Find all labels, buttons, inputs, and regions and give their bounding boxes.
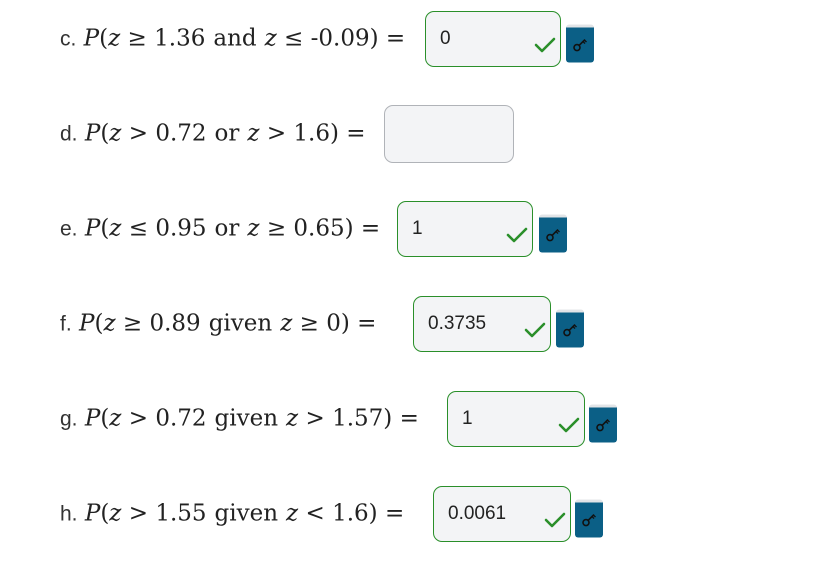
show-answer-key-button-c[interactable] [566,24,594,63]
show-answer-key-button-e[interactable] [539,214,567,253]
answer-input-e[interactable]: 1 [397,201,533,257]
checkmark-icon [506,227,528,243]
show-answer-key-button-h[interactable] [575,499,603,538]
question-row-h: h. P(z > 1.55 given z < 1.6) = 0.0061 [0,484,825,544]
key-icon [582,513,596,526]
question-letter: c. [60,27,77,51]
question-f-text: f. P(z ≥ 0.89 given z ≥ 0) = [60,310,377,337]
show-answer-key-button-g[interactable] [589,404,617,443]
checkmark-icon [534,37,556,53]
checkmark-icon [558,417,580,433]
answer-input-g[interactable]: 1 [447,391,585,447]
answer-input-h[interactable]: 0.0061 [433,486,571,542]
answer-input-d[interactable] [384,105,514,163]
answer-value-h: 0.0061 [448,503,507,524]
question-d-text: d. P(z > 0.72 or z > 1.6) = [60,120,366,147]
question-row-e: e. P(z ≤ 0.95 or z ≥ 0.65) = 1 [0,199,825,259]
checkmark-icon [524,322,546,338]
question-letter: e. [60,217,78,241]
question-letter: g. [60,407,78,431]
question-letter: h. [60,502,78,526]
question-letter: d. [60,122,78,146]
question-e-text: e. P(z ≤ 0.95 or z ≥ 0.65) = [60,215,381,242]
answer-value-g: 1 [462,408,473,429]
key-icon [563,323,577,336]
answer-input-c[interactable]: 0 [425,11,561,67]
answer-input-f[interactable]: 0.3735 [413,296,551,352]
question-g-text: g. P(z > 0.72 given z > 1.57) = [60,405,419,432]
question-row-d: d. P(z > 0.72 or z > 1.6) = [0,104,825,164]
key-icon [546,228,560,241]
answer-value-f: 0.3735 [428,313,487,334]
answer-value-c: 0 [440,28,451,49]
answer-value-e: 1 [412,218,423,239]
key-icon [596,418,610,431]
question-row-f: f. P(z ≥ 0.89 given z ≥ 0) = 0.3735 [0,294,825,354]
show-answer-key-button-f[interactable] [556,309,584,348]
question-letter: f. [60,312,72,336]
question-c-text: c. P(z ≥ 1.36 and z ≤ -0.09) = [60,25,406,52]
key-icon [573,38,587,51]
question-row-c: c. P(z ≥ 1.36 and z ≤ -0.09) = 0 [0,9,825,69]
question-h-text: h. P(z > 1.55 given z < 1.6) = [60,500,405,527]
question-row-g: g. P(z > 0.72 given z > 1.57) = 1 [0,389,825,449]
checkmark-icon [544,512,566,528]
